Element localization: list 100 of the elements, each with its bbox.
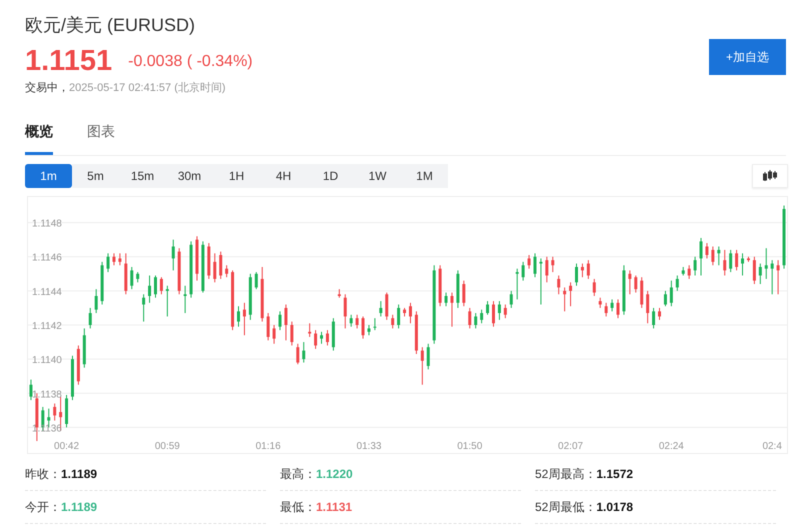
- candlestick: [172, 238, 175, 270]
- candlestick: [231, 269, 234, 330]
- axis-label: 00:42: [54, 440, 80, 452]
- candlestick: [350, 314, 353, 327]
- stat-value: 1.1189: [61, 466, 98, 480]
- add-watchlist-button[interactable]: +加自选: [709, 39, 786, 75]
- candlestick: [610, 298, 614, 312]
- tab[interactable]: 概览: [25, 112, 53, 154]
- candlestick: [616, 298, 620, 318]
- candlestick: [676, 274, 679, 291]
- candlestick: [634, 274, 638, 293]
- axis-label: 1.1142: [32, 320, 62, 332]
- stat-value: 1.1189: [61, 500, 98, 514]
- candlestick: [201, 240, 204, 293]
- tab[interactable]: 图表: [87, 112, 115, 154]
- candlestick: [628, 269, 632, 294]
- candlestick: [646, 290, 650, 324]
- candlestick: [29, 378, 32, 400]
- axis-label: 02:07: [558, 440, 584, 452]
- candlestick: [575, 262, 578, 286]
- candlestick: [314, 329, 318, 349]
- candlestick: [414, 310, 418, 354]
- candlestick: [367, 324, 370, 336]
- candlestick: [272, 324, 276, 344]
- stat-label: 最低：: [280, 500, 316, 514]
- period-button[interactable]: 4H: [260, 164, 307, 188]
- period-button[interactable]: 5m: [72, 164, 119, 188]
- axis-label: 1.1140: [32, 354, 62, 366]
- candlestick: [711, 246, 714, 266]
- candlestick: [444, 292, 448, 306]
- candlestick: [76, 344, 80, 385]
- candlestick: [53, 402, 56, 421]
- candlestick: [717, 246, 720, 266]
- candlestick: [563, 286, 566, 312]
- candlestick: [94, 288, 98, 314]
- candlestick: [504, 304, 507, 318]
- period-button[interactable]: 1M: [401, 164, 448, 188]
- candlestick: [373, 317, 376, 330]
- candlestick: [420, 346, 424, 385]
- candlestick: [136, 271, 140, 282]
- candlestick: [741, 252, 744, 276]
- candlestick: [397, 304, 400, 328]
- stat-label: 52周最高：: [535, 466, 596, 480]
- stat-value: 1.1572: [596, 466, 634, 480]
- period-button[interactable]: 1W: [354, 164, 401, 188]
- period-button[interactable]: 1H: [213, 164, 260, 188]
- period-button[interactable]: 15m: [119, 164, 166, 188]
- candlestick: [260, 266, 264, 322]
- pair-title: 欧元/美元: [25, 15, 102, 35]
- candlestick: [148, 274, 152, 303]
- candlestick: [184, 284, 187, 314]
- candlestick: [752, 256, 756, 284]
- candlestick: [604, 302, 608, 316]
- candlestick: [557, 274, 560, 294]
- candlestick-icon[interactable]: [752, 164, 788, 188]
- period-button[interactable]: 30m: [166, 164, 213, 188]
- period-button[interactable]: 1D: [307, 164, 354, 188]
- candlestick: [592, 278, 596, 296]
- candlestick: [308, 322, 312, 337]
- candlestick: [652, 306, 656, 328]
- candlestick: [545, 256, 548, 282]
- candlestick: [492, 300, 495, 327]
- candlestick: [688, 264, 691, 279]
- candlestick: [278, 310, 282, 330]
- candlestick: [100, 260, 104, 305]
- candlestick: [516, 268, 519, 300]
- candlestick: [622, 264, 626, 315]
- candlestick: [356, 314, 359, 328]
- candlestick: [682, 266, 685, 276]
- candlestick: [776, 259, 780, 294]
- candlestick: [450, 292, 454, 327]
- candlestick: [154, 274, 157, 298]
- candlestick: [130, 266, 134, 290]
- candlestick: [213, 252, 216, 282]
- candlestick: [694, 256, 697, 276]
- axis-label: 1.1146: [32, 252, 62, 264]
- candlestick: [456, 269, 460, 308]
- candlestick: [219, 250, 222, 279]
- candlestick: [534, 252, 536, 278]
- stat-label: 今开：: [25, 500, 61, 514]
- candlestick: [237, 305, 240, 327]
- symbol-text: (EURUSD): [107, 15, 196, 35]
- stat-label: 52周最低：: [535, 500, 596, 514]
- candlestick: [764, 247, 768, 279]
- candlestick: [190, 240, 193, 298]
- candlestick: [438, 264, 442, 306]
- candlestick: [166, 284, 169, 316]
- axis-label: 02:24: [658, 440, 684, 452]
- candlestick: [82, 327, 86, 368]
- candlestick: [580, 262, 584, 278]
- candlestick: [670, 280, 673, 306]
- candlestick: [326, 329, 329, 346]
- period-button[interactable]: 1m: [25, 164, 72, 188]
- candlestick: [338, 288, 341, 298]
- candlestick: [242, 302, 246, 336]
- price-value: 1.1151: [25, 47, 112, 76]
- candlestick: [569, 281, 572, 306]
- stat-label: 最高：: [280, 466, 316, 480]
- candlestick: [480, 308, 484, 324]
- candlestick: [344, 293, 347, 328]
